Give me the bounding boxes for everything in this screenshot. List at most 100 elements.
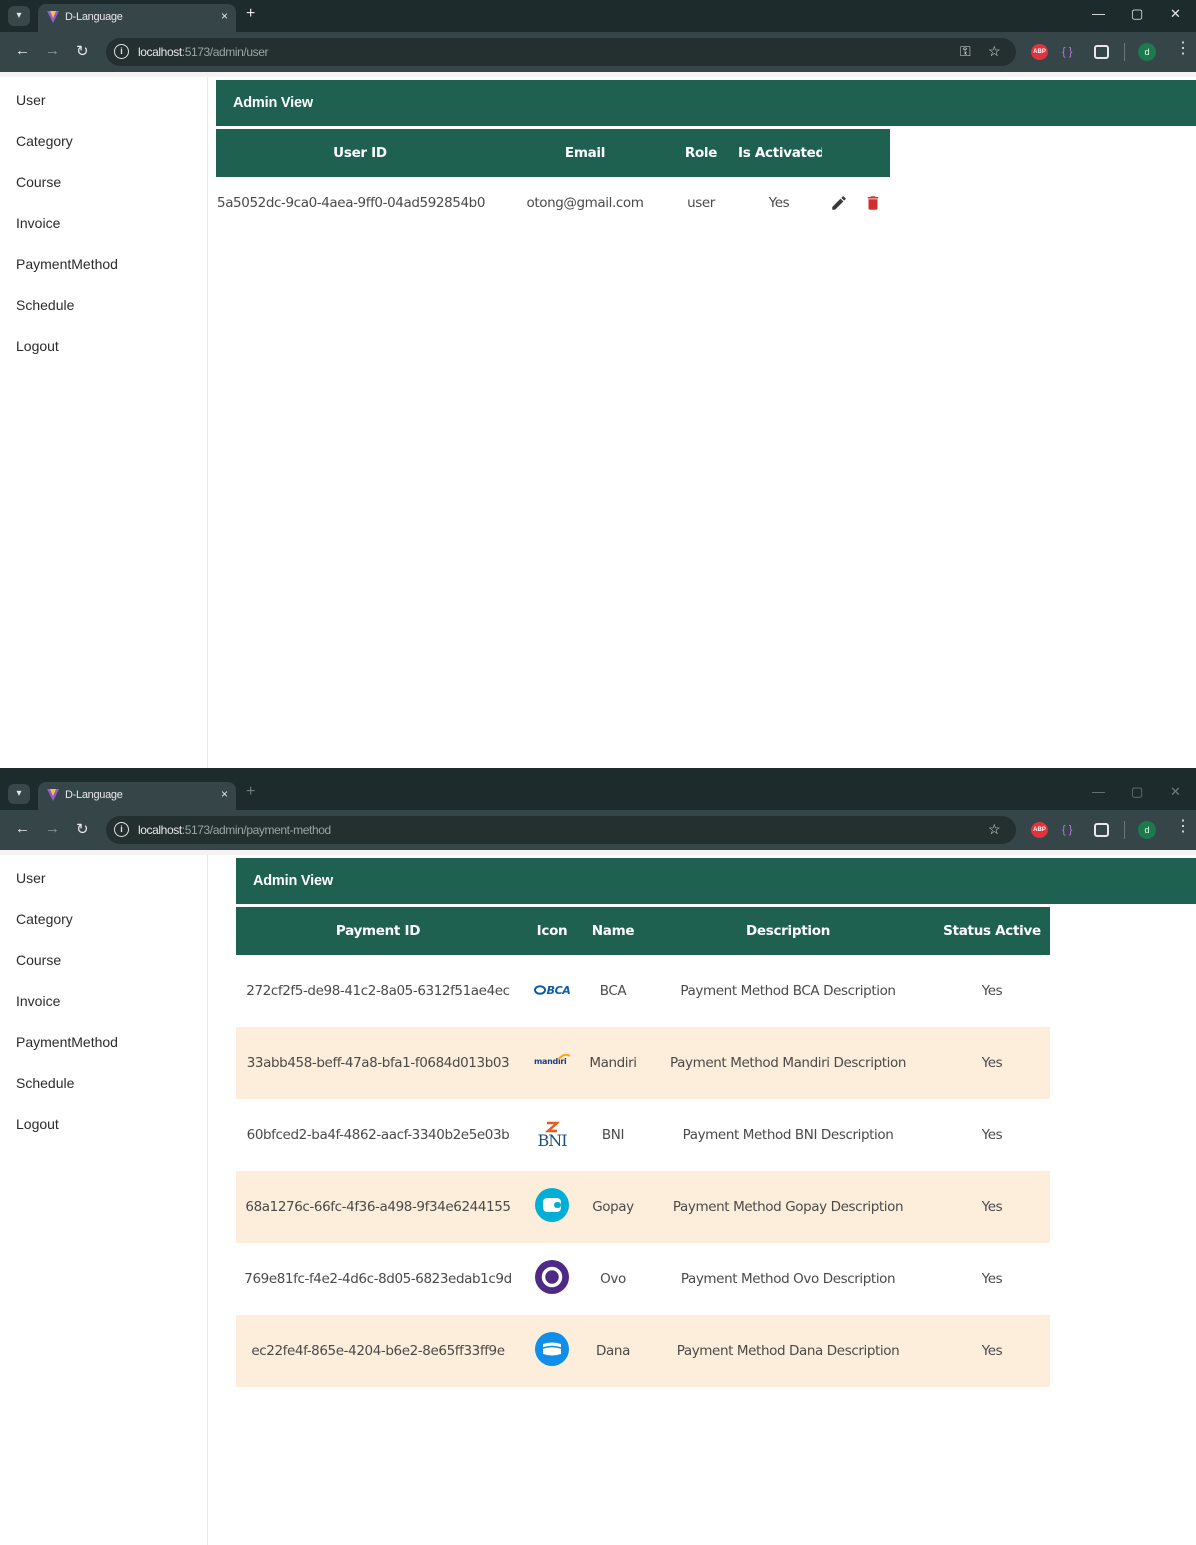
table-header-row: Payment ID Icon Name Description Status … <box>236 907 1050 955</box>
admin-header: Admin View <box>216 80 1196 126</box>
browser-menu-icon[interactable]: ⋮ <box>1175 41 1191 57</box>
table-row: ec22fe4f-865e-4204-b6e2-8e65ff33ff9e Dan… <box>236 1315 1050 1387</box>
bracket-extension-icon[interactable]: { } <box>1062 44 1072 60</box>
table-row: 68a1276c-66fc-4f36-a498-9f34e6244155 Gop… <box>236 1171 1050 1243</box>
toolbar-separator <box>1124 43 1125 61</box>
tab-search-button[interactable]: ▾ <box>8 784 30 804</box>
sidebar-item-logout[interactable]: Logout <box>16 1116 59 1132</box>
payment-method-table: Payment ID Icon Name Description Status … <box>236 907 1050 1387</box>
description-cell: Payment Method Dana Description <box>676 1343 900 1359</box>
col-user-id: User ID <box>216 129 504 177</box>
bca-logo: BCA <box>533 984 571 997</box>
extensions-puzzle-icon[interactable] <box>1094 45 1109 59</box>
status-cell: Yes <box>981 1271 1003 1287</box>
minimize-icon[interactable]: — <box>1092 6 1105 21</box>
status-cell: Yes <box>981 1343 1003 1359</box>
description-cell: Payment Method Gopay Description <box>672 1199 904 1215</box>
sidebar-item-schedule[interactable]: Schedule <box>16 297 74 313</box>
sidebar-item-payment-method[interactable]: PaymentMethod <box>16 256 118 272</box>
forward-icon[interactable]: → <box>45 42 60 59</box>
bracket-extension-icon[interactable]: { } <box>1062 822 1072 838</box>
sidebar: User Category Course Invoice PaymentMeth… <box>4 77 208 768</box>
col-is-activated: Is Activated <box>736 129 822 177</box>
is-activated-cell: Yes <box>768 195 790 211</box>
close-window-icon[interactable]: ✕ <box>1170 784 1181 800</box>
col-icon: Icon <box>520 907 584 955</box>
page-title: Admin View <box>253 873 333 889</box>
site-info-icon[interactable]: i <box>114 44 129 59</box>
name-cell: Dana <box>596 1343 630 1359</box>
tab-close-icon[interactable]: × <box>221 787 228 801</box>
bni-logo: BNI <box>537 1121 568 1149</box>
col-edit-spacer <box>822 129 856 177</box>
trash-icon[interactable] <box>864 194 882 212</box>
browser-menu-icon[interactable]: ⋮ <box>1175 819 1191 835</box>
pencil-icon[interactable] <box>830 194 848 212</box>
status-cell: Yes <box>981 1055 1003 1071</box>
site-info-icon[interactable]: i <box>114 822 129 837</box>
table-row: 5a5052dc-9ca0-4aea-9ff0-04ad592854b0 oto… <box>216 177 890 229</box>
sidebar-item-user[interactable]: User <box>16 92 46 108</box>
payment-id-cell: 33abb458-beff-47a8-bfa1-f0684d013b03 <box>246 1055 510 1071</box>
col-delete-spacer <box>856 129 890 177</box>
tab-search-button[interactable]: ▾ <box>8 6 30 26</box>
sidebar-item-payment-method[interactable]: PaymentMethod <box>16 1034 118 1050</box>
tab-close-icon[interactable]: × <box>221 9 228 23</box>
adblock-extension-icon[interactable]: ABP <box>1031 822 1048 838</box>
page-content: User Category Course Invoice PaymentMeth… <box>0 72 1196 768</box>
col-email: Email <box>504 129 666 177</box>
address-bar[interactable]: i localhost:5173/admin/user ⚿ ☆ <box>106 38 1016 66</box>
back-icon[interactable]: ← <box>15 42 30 59</box>
sidebar-item-logout[interactable]: Logout <box>16 338 59 354</box>
maximize-icon[interactable]: ▢ <box>1131 784 1143 800</box>
extensions-puzzle-icon[interactable] <box>1094 823 1109 837</box>
tab-title: D-Language <box>65 789 123 801</box>
sidebar-item-invoice[interactable]: Invoice <box>16 993 60 1009</box>
browser-tab[interactable]: D-Language × <box>38 782 236 810</box>
reload-icon[interactable]: ↻ <box>76 42 89 60</box>
adblock-extension-icon[interactable]: ABP <box>1031 44 1048 60</box>
bookmark-star-icon[interactable]: ☆ <box>988 43 1001 60</box>
sidebar-item-course[interactable]: Course <box>16 174 61 190</box>
delete-cell <box>856 177 890 229</box>
browser-window-user: ▾ D-Language × + — ▢ ✕ ← → ↻ i localhost… <box>0 0 1196 768</box>
password-key-icon[interactable]: ⚿ <box>960 43 971 60</box>
sidebar-item-course[interactable]: Course <box>16 952 61 968</box>
profile-avatar-icon[interactable]: d <box>1138 821 1156 839</box>
new-tab-button[interactable]: + <box>246 783 255 801</box>
sidebar-item-schedule[interactable]: Schedule <box>16 1075 74 1091</box>
col-name: Name <box>584 907 642 955</box>
sidebar-item-user[interactable]: User <box>16 870 46 886</box>
icon-cell <box>520 1315 584 1387</box>
maximize-icon[interactable]: ▢ <box>1131 6 1143 22</box>
minimize-icon[interactable]: — <box>1092 784 1105 799</box>
browser-tab[interactable]: D-Language × <box>38 4 236 32</box>
sidebar-item-invoice[interactable]: Invoice <box>16 215 60 231</box>
reload-icon[interactable]: ↻ <box>76 820 89 838</box>
profile-avatar-icon[interactable]: d <box>1138 43 1156 61</box>
url-text: localhost:5173/admin/payment-method <box>138 823 331 837</box>
close-window-icon[interactable]: ✕ <box>1170 6 1181 22</box>
bookmark-star-icon[interactable]: ☆ <box>988 821 1001 838</box>
email-cell: otong@gmail.com <box>526 195 644 211</box>
mandiri-wave-icon <box>558 1054 570 1061</box>
description-cell: Payment Method Mandiri Description <box>670 1055 906 1071</box>
browser-toolbar: ← → ↻ i localhost:5173/admin/user ⚿ ☆ AB… <box>0 32 1196 72</box>
gopay-logo <box>535 1188 569 1222</box>
sidebar-item-category[interactable]: Category <box>16 133 73 149</box>
sidebar: User Category Course Invoice PaymentMeth… <box>4 855 208 1545</box>
address-bar[interactable]: i localhost:5173/admin/payment-method ☆ <box>106 816 1016 844</box>
col-payment-id: Payment ID <box>236 907 520 955</box>
back-icon[interactable]: ← <box>15 820 30 837</box>
name-cell: Mandiri <box>589 1055 637 1071</box>
forward-icon[interactable]: → <box>45 820 60 837</box>
d-language-favicon <box>47 11 59 23</box>
new-tab-button[interactable]: + <box>246 5 255 23</box>
d-language-favicon <box>47 789 59 801</box>
browser-window-payment-method: ▾ D-Language × + — ▢ ✕ ← → ↻ i localhost… <box>0 778 1196 1545</box>
sidebar-item-category[interactable]: Category <box>16 911 73 927</box>
user-id-cell: 5a5052dc-9ca0-4aea-9ff0-04ad592854b0 <box>217 195 486 211</box>
user-table: User ID Email Role Is Activated 5a5052dc… <box>216 129 890 229</box>
description-cell: Payment Method BCA Description <box>680 983 896 999</box>
dana-logo <box>535 1332 569 1366</box>
